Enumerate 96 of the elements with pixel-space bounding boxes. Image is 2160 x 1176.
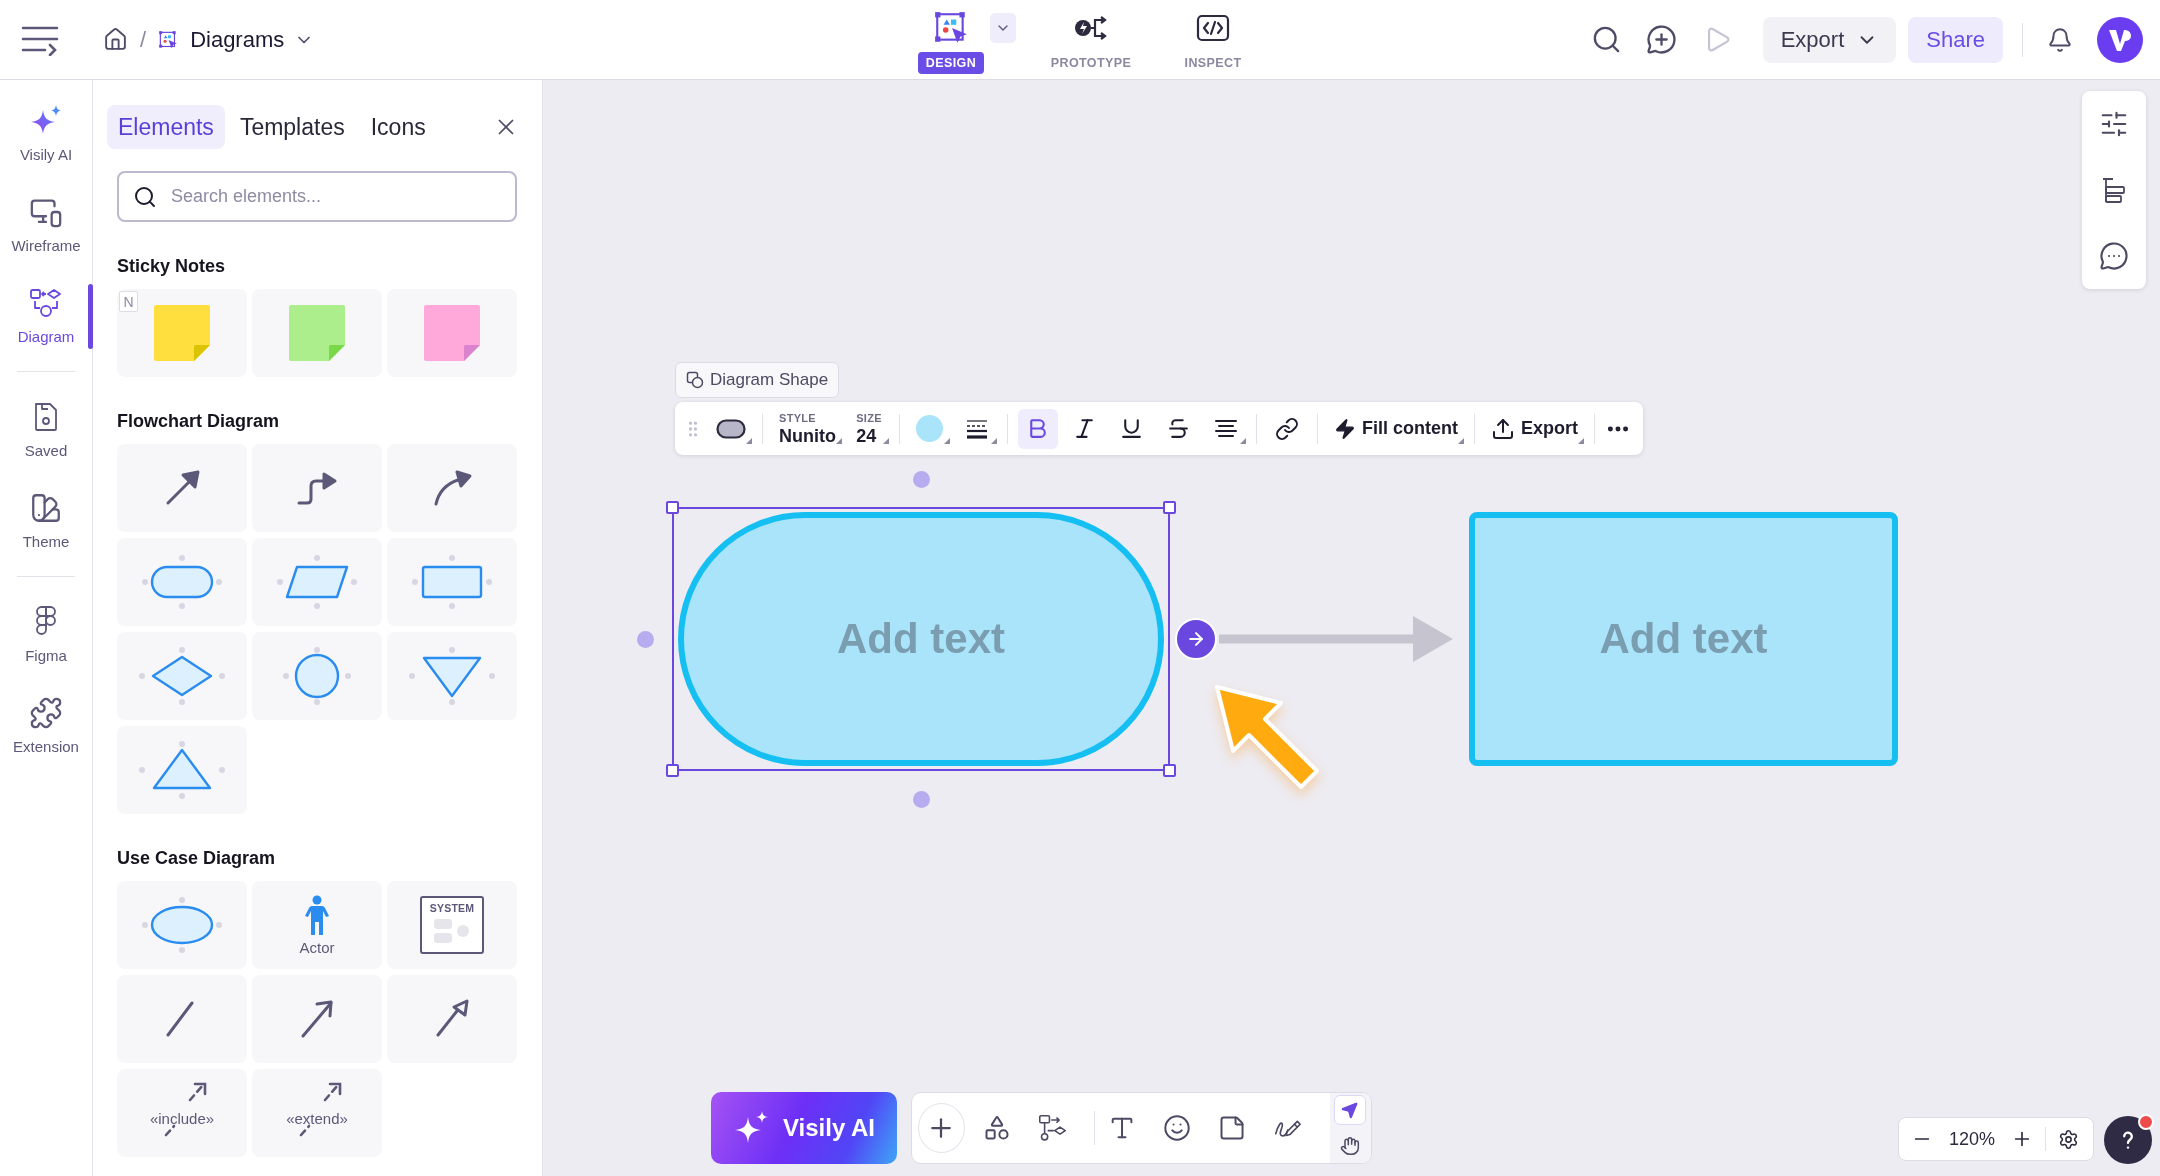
link-icon	[1275, 416, 1299, 441]
section-heading: Sticky Notes	[117, 255, 227, 277]
relationship-label: «include»	[149, 1109, 215, 1127]
relationship-label: «extend»	[286, 1109, 348, 1127]
pointer-tool-button[interactable]	[1334, 1095, 1367, 1125]
swatch-icon	[29, 491, 63, 525]
element-tile[interactable]	[117, 726, 247, 814]
element-tile[interactable]	[252, 444, 382, 532]
connection-dot[interactable]	[913, 791, 930, 808]
settings-icon[interactable]	[2058, 1128, 2080, 1150]
breadcrumb-title[interactable]: Diagrams	[190, 26, 285, 53]
zoom-level: 120%	[1949, 1128, 1996, 1150]
element-tile[interactable]	[117, 881, 247, 969]
element-tile[interactable]	[387, 632, 517, 720]
home-icon[interactable]	[103, 27, 128, 52]
diamond-icon	[137, 646, 227, 706]
triangle-icon	[137, 740, 227, 800]
connector-button[interactable]	[1175, 618, 1217, 660]
search-field[interactable]: Search elements...	[117, 171, 517, 222]
add-button[interactable]	[918, 1103, 965, 1153]
mode-tab[interactable]: DESIGN	[917, 52, 985, 74]
puzzle-icon	[29, 696, 63, 730]
upload-icon	[1491, 416, 1515, 441]
sidebar-item[interactable]: Theme	[0, 475, 92, 566]
element-tile[interactable]	[387, 289, 517, 377]
fill-content-button[interactable]: Fill content	[1328, 408, 1464, 449]
export-button[interactable]: Export	[1485, 408, 1584, 449]
panel-tab[interactable]: Templates	[228, 105, 356, 149]
frame-cursor-icon	[158, 29, 179, 50]
flowchart-icon	[29, 286, 63, 320]
section-heading: Flowchart Diagram	[117, 410, 281, 432]
add-comment-icon[interactable]	[1645, 24, 1677, 55]
search-input[interactable]: Search elements...	[171, 183, 501, 210]
search-icon	[133, 184, 157, 209]
element-tile[interactable]	[117, 975, 247, 1063]
sliders-icon[interactable]	[2099, 109, 2129, 139]
element-tile[interactable]	[387, 975, 517, 1063]
avatar-icon[interactable]	[2097, 16, 2143, 63]
resize-handle[interactable]	[666, 501, 679, 514]
ai-button[interactable]: Visily AI	[711, 1092, 897, 1164]
section-heading: Use Case Diagram	[117, 847, 277, 869]
font-style-dropdown[interactable]: STYLE Nunito	[773, 408, 842, 449]
sidebar-item[interactable]: Diagram	[0, 270, 92, 361]
help-button[interactable]	[2104, 1116, 2152, 1164]
element-tile[interactable]	[117, 444, 247, 532]
triangle-down-icon	[407, 646, 497, 706]
share-button[interactable]: Share	[1908, 16, 2003, 63]
resize-handle[interactable]	[1163, 501, 1176, 514]
shapes-icon[interactable]	[982, 1113, 1011, 1143]
lightning-icon	[1334, 417, 1356, 440]
frame-cursor-icon[interactable]	[933, 10, 969, 46]
shapes-icon	[686, 371, 704, 389]
element-tile[interactable]	[252, 632, 382, 720]
hand-icon	[1340, 1136, 1361, 1156]
resize-handle[interactable]	[666, 764, 679, 777]
breadcrumb-separator: /	[140, 26, 147, 53]
pill-shape-icon	[716, 418, 746, 439]
system-label: SYSTEM	[429, 902, 475, 914]
connection-dot[interactable]	[637, 631, 654, 648]
export-button[interactable]: Export	[1762, 16, 1897, 63]
element-tile[interactable]	[252, 538, 382, 626]
person-icon	[305, 894, 329, 937]
element-tile[interactable]	[117, 632, 247, 720]
text-align-icon	[1214, 417, 1238, 440]
shape-text: Add text	[1599, 615, 1768, 663]
smiley-icon[interactable]	[1162, 1113, 1191, 1143]
connection-dot[interactable]	[913, 471, 930, 488]
resize-handle[interactable]	[1163, 764, 1176, 777]
color-swatch-icon	[916, 415, 944, 442]
panel-tab[interactable]: Icons	[359, 105, 437, 149]
mode-tab[interactable]: INSPECT	[1176, 52, 1250, 74]
sidebar-item[interactable]: Extension	[0, 680, 92, 771]
line-weight-icon	[965, 417, 989, 440]
element-tile[interactable]	[387, 538, 517, 626]
flowchart-icon[interactable]	[1037, 1112, 1068, 1144]
bell-icon[interactable]	[2047, 26, 2073, 53]
sidebar-item[interactable]: Visily AI	[0, 88, 92, 179]
element-tile[interactable]: SYSTEM	[387, 881, 517, 969]
font-size-dropdown[interactable]: SIZE 24	[849, 408, 889, 449]
shortcut-badge: N	[119, 291, 138, 312]
element-tile[interactable]: «extend»	[252, 1069, 382, 1157]
comment-icon[interactable]	[2099, 241, 2129, 271]
element-tile[interactable]	[252, 975, 382, 1063]
sidebar-item[interactable]: Saved	[0, 384, 92, 475]
element-tile[interactable]: N	[117, 289, 247, 377]
sidebar-item[interactable]: Figma	[0, 589, 92, 680]
sidebar-item[interactable]: Wireframe	[0, 179, 92, 270]
shape-text: Add text	[837, 615, 1005, 663]
element-tile[interactable]	[252, 289, 382, 377]
element-tile[interactable]	[387, 444, 517, 532]
element-tile[interactable]: «include»	[117, 1069, 247, 1157]
panel-tab[interactable]: Elements	[107, 105, 225, 149]
element-tile[interactable]	[117, 538, 247, 626]
selection-tag-text: Diagram Shape	[710, 370, 829, 390]
element-tile[interactable]: Actor	[252, 881, 382, 969]
mode-tab[interactable]: PROTOTYPE	[1042, 52, 1140, 74]
